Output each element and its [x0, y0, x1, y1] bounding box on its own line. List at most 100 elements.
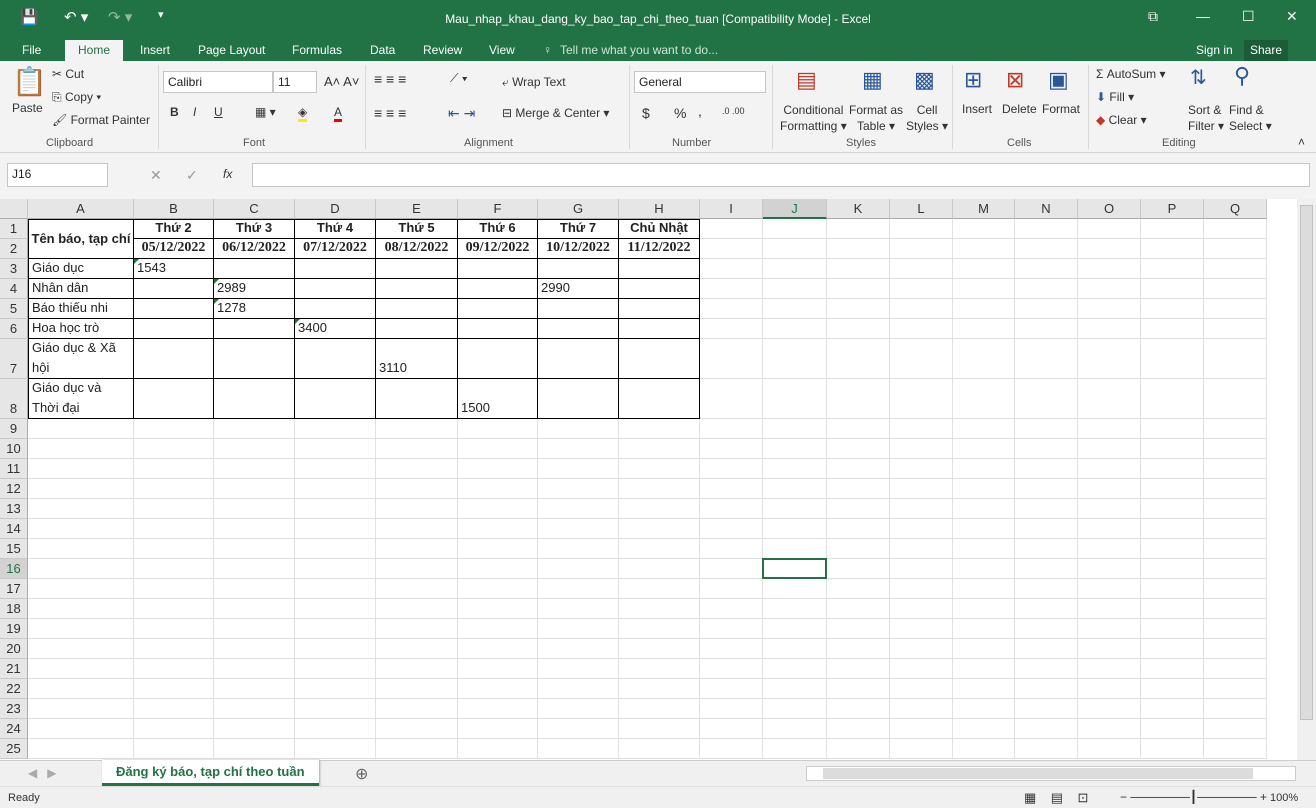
grid-cell[interactable]: [295, 699, 376, 719]
grid-cell[interactable]: [214, 739, 295, 759]
grid-cell[interactable]: [376, 599, 458, 619]
row-header-13[interactable]: 13: [0, 499, 28, 519]
grid-cell[interactable]: [376, 559, 458, 579]
grid-cell[interactable]: [1015, 699, 1078, 719]
grid-cell[interactable]: [376, 519, 458, 539]
grid-cell[interactable]: [1141, 579, 1204, 599]
grid-cell[interactable]: [376, 679, 458, 699]
percent-button[interactable]: %: [674, 105, 686, 121]
grid-cell[interactable]: [827, 639, 890, 659]
grid-cell[interactable]: [1015, 239, 1078, 259]
table-value-cell[interactable]: [458, 319, 538, 339]
grid-cell[interactable]: [134, 539, 214, 559]
select-all-corner[interactable]: [0, 199, 28, 219]
grid-cell[interactable]: [827, 239, 890, 259]
insert-function-button[interactable]: fx: [223, 167, 232, 181]
table-date-header[interactable]: 06/12/2022: [214, 239, 295, 259]
conditional-formatting-button[interactable]: Conditional Formatting ▾: [780, 102, 847, 134]
row-header-19[interactable]: 19: [0, 619, 28, 639]
wrap-text-button[interactable]: ⤶ Wrap Text: [502, 75, 566, 90]
grid-cell[interactable]: [1141, 679, 1204, 699]
grid-cell[interactable]: [295, 559, 376, 579]
grid-cell[interactable]: [376, 479, 458, 499]
grid-cell[interactable]: [619, 659, 700, 679]
grid-cell[interactable]: [1015, 219, 1078, 239]
grid-cell[interactable]: [28, 599, 134, 619]
tab-insert[interactable]: Insert: [140, 40, 170, 61]
grid-cell[interactable]: [700, 339, 763, 379]
column-header-F[interactable]: F: [458, 199, 538, 219]
column-header-D[interactable]: D: [295, 199, 376, 219]
grid-cell[interactable]: [953, 259, 1015, 279]
grid-cell[interactable]: [1141, 479, 1204, 499]
grid-cell[interactable]: [458, 639, 538, 659]
table-value-cell[interactable]: [295, 299, 376, 319]
grid-cell[interactable]: [1015, 259, 1078, 279]
grid-cell[interactable]: [1015, 539, 1078, 559]
grid-cell[interactable]: [890, 659, 953, 679]
grid-cell[interactable]: [214, 439, 295, 459]
grid-cell[interactable]: [134, 699, 214, 719]
grid-cell[interactable]: [890, 219, 953, 239]
grid-cell[interactable]: [1204, 439, 1267, 459]
grid-cell[interactable]: [1015, 619, 1078, 639]
grid-cell[interactable]: [619, 679, 700, 699]
grid-cell[interactable]: [458, 439, 538, 459]
table-value-cell[interactable]: [538, 379, 619, 419]
grid-cell[interactable]: [1204, 479, 1267, 499]
grid-cell[interactable]: [700, 559, 763, 579]
grid-cell[interactable]: [1015, 379, 1078, 419]
grid-cell[interactable]: [827, 319, 890, 339]
row-header-5[interactable]: 5: [0, 299, 28, 319]
grid-cell[interactable]: [763, 699, 827, 719]
grid-cell[interactable]: [134, 419, 214, 439]
grid-cell[interactable]: [458, 539, 538, 559]
grid-cell[interactable]: [763, 379, 827, 419]
grid-cell[interactable]: [376, 639, 458, 659]
grid-cell[interactable]: [1015, 479, 1078, 499]
column-header-A[interactable]: A: [28, 199, 134, 219]
grid-cell[interactable]: [1141, 499, 1204, 519]
column-header-M[interactable]: M: [953, 199, 1015, 219]
table-header-name[interactable]: Tên báo, tạp chí: [28, 219, 134, 259]
tell-me-input[interactable]: Tell me what you want to do...: [560, 40, 718, 61]
table-value-cell[interactable]: [538, 299, 619, 319]
delete-cells-button[interactable]: Delete: [1002, 102, 1037, 116]
grid-cell[interactable]: [890, 459, 953, 479]
grid-cell[interactable]: [619, 539, 700, 559]
grid-cell[interactable]: [890, 419, 953, 439]
find-select-button[interactable]: Find & Select ▾: [1229, 102, 1272, 134]
grid-cell[interactable]: [538, 439, 619, 459]
grid-cell[interactable]: [890, 479, 953, 499]
grid-cell[interactable]: [763, 459, 827, 479]
grid-cell[interactable]: [1078, 579, 1141, 599]
grid-cell[interactable]: [1078, 279, 1141, 299]
grid-cell[interactable]: [700, 439, 763, 459]
indent-icons[interactable]: ⇤ ⇥: [448, 105, 475, 122]
tab-home[interactable]: Home: [65, 40, 124, 61]
comma-button[interactable]: ,: [698, 103, 702, 119]
grid-cell[interactable]: [1141, 739, 1204, 759]
row-header-18[interactable]: 18: [0, 599, 28, 619]
grid-cell[interactable]: [458, 619, 538, 639]
grid-cell[interactable]: [1078, 699, 1141, 719]
grid-cell[interactable]: [28, 419, 134, 439]
grid-cell[interactable]: [953, 419, 1015, 439]
grid-cell[interactable]: [1141, 379, 1204, 419]
grid-cell[interactable]: [890, 519, 953, 539]
grid-cell[interactable]: [700, 719, 763, 739]
grid-cell[interactable]: [763, 659, 827, 679]
row-header-9[interactable]: 9: [0, 419, 28, 439]
grid-cell[interactable]: [827, 579, 890, 599]
grid-cell[interactable]: [763, 299, 827, 319]
worksheet-grid[interactable]: A B C D E F G H I J K L M N O P Q 1 2 3 4 5 6 7 8 9 10 11 12 13 14 15 16…: [0, 199, 1297, 760]
grid-cell[interactable]: [458, 499, 538, 519]
row-header-17[interactable]: 17: [0, 579, 28, 599]
grid-cell[interactable]: [376, 619, 458, 639]
grid-cell[interactable]: [827, 519, 890, 539]
grid-cell[interactable]: [1141, 539, 1204, 559]
grid-cell[interactable]: [1204, 459, 1267, 479]
grid-cell[interactable]: [619, 739, 700, 759]
bold-button[interactable]: B: [170, 105, 179, 119]
grid-cell[interactable]: [953, 619, 1015, 639]
